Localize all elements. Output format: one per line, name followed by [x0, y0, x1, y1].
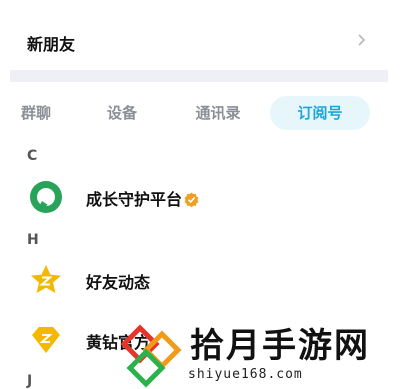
section-letter-j: J: [27, 373, 33, 389]
section-divider: [10, 70, 388, 82]
new-friends-label: 新朋友: [27, 35, 76, 54]
list-item-growth-guard[interactable]: 成长守护平台: [0, 172, 400, 222]
section-letter-h: H: [27, 232, 39, 248]
yellow-diamond-icon: [32, 327, 60, 353]
tab-contacts[interactable]: 通讯录: [186, 96, 250, 130]
yellow-star-icon: [31, 265, 61, 293]
watermark-url: shiyue168.com: [188, 367, 303, 382]
verified-badge-icon: [184, 192, 199, 207]
tab-subscriptions[interactable]: 订阅号: [270, 96, 370, 130]
contact-tabs: 群聊 设备 通讯录 订阅号: [0, 92, 400, 134]
tab-devices[interactable]: 设备: [96, 96, 148, 130]
list-item-name: 好友动态: [86, 273, 151, 292]
watermark-logo-icon: [120, 324, 182, 388]
section-letter-c: C: [27, 148, 38, 164]
list-item-friend-feed[interactable]: 好友动态: [0, 255, 400, 305]
chat-bubble-icon: [30, 181, 62, 213]
watermark-site-name: 拾月手游网: [190, 326, 370, 366]
list-item-name: 成长守护平台: [86, 190, 183, 209]
chevron-right-icon: [358, 34, 366, 46]
tab-group-chats[interactable]: 群聊: [10, 96, 62, 130]
site-watermark: 拾月手游网 shiyue168.com: [118, 316, 400, 389]
